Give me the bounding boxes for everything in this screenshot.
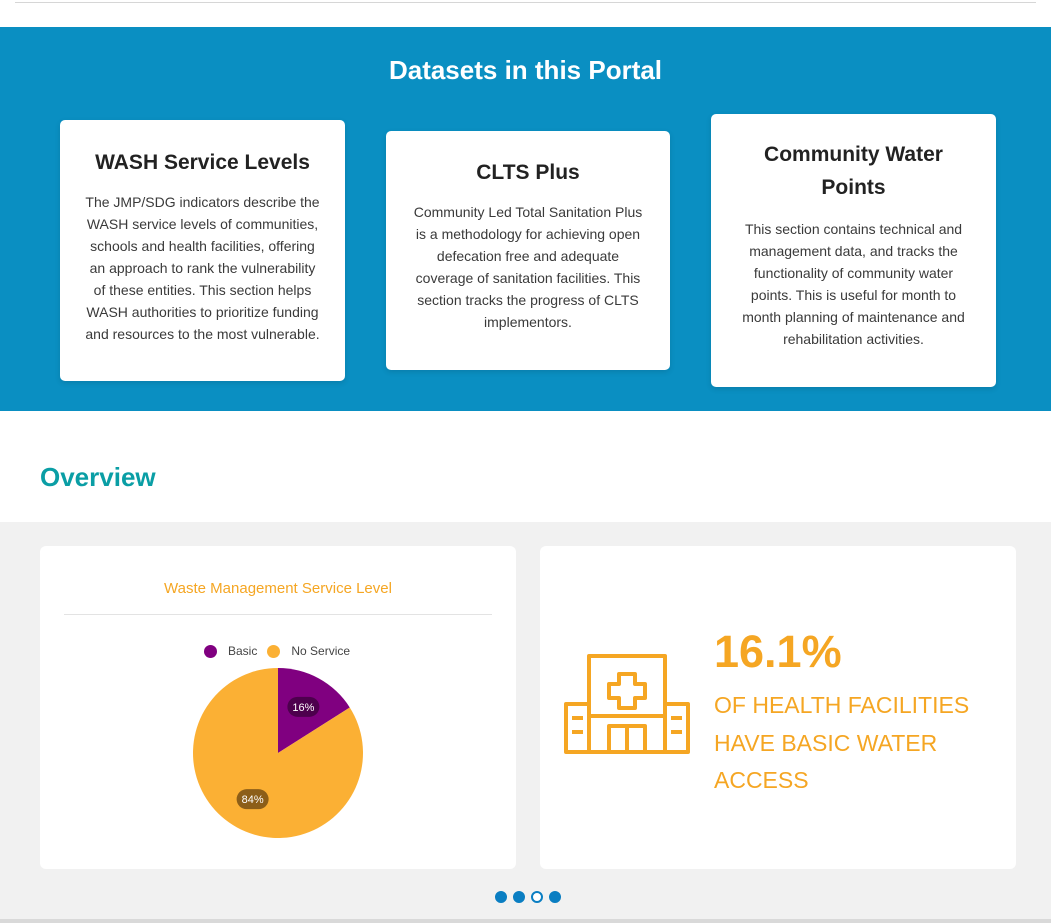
carousel-indicators <box>495 891 567 903</box>
pie-label-no-service: 84% <box>236 789 269 810</box>
card-description: The JMP/SDG indicators describe the WASH… <box>85 194 320 342</box>
svg-text:16%: 16% <box>292 702 314 714</box>
dataset-card-wash[interactable]: WASH Service Levels The JMP/SDG indicato… <box>60 120 345 381</box>
card-title: CLTS Plus <box>476 161 580 184</box>
carousel-dot-2[interactable] <box>513 891 525 903</box>
card-description: This section contains technical and mana… <box>742 221 965 347</box>
top-strip <box>0 0 1051 27</box>
dataset-card-water-points[interactable]: Community Water Points This section cont… <box>711 114 996 387</box>
carousel-dot-3[interactable] <box>531 891 543 903</box>
carousel-dot-1[interactable] <box>495 891 507 903</box>
datasets-title: Datasets in this Portal <box>388 55 663 85</box>
card-title: WASH Service Levels <box>95 151 310 174</box>
carousel-dot-4[interactable] <box>549 891 561 903</box>
chart-panel: Waste Management Service Level Basic No … <box>40 546 516 869</box>
stat-panel: 16.1% OF HEALTH FACILITIES HAVE BASIC WA… <box>540 546 1016 869</box>
stat-value: 16.1% <box>714 626 842 677</box>
dataset-card-clts[interactable]: CLTS Plus Community Led Total Sanitation… <box>386 131 670 370</box>
stat-caption: OF HEALTH FACILITIES HAVE BASIC WATER AC… <box>714 692 970 793</box>
pie-chart: 16% 84% <box>193 668 363 838</box>
pie-label-basic: 16% <box>287 696 320 717</box>
overview-title: Overview <box>40 462 156 492</box>
bottom-rule <box>0 919 1051 923</box>
hospital-icon <box>564 654 690 754</box>
top-divider <box>15 0 1036 3</box>
card-description: Community Led Total Sanitation Plus is a… <box>413 204 643 330</box>
card-title: Community Water Points <box>764 143 943 199</box>
svg-text:84%: 84% <box>242 794 264 806</box>
